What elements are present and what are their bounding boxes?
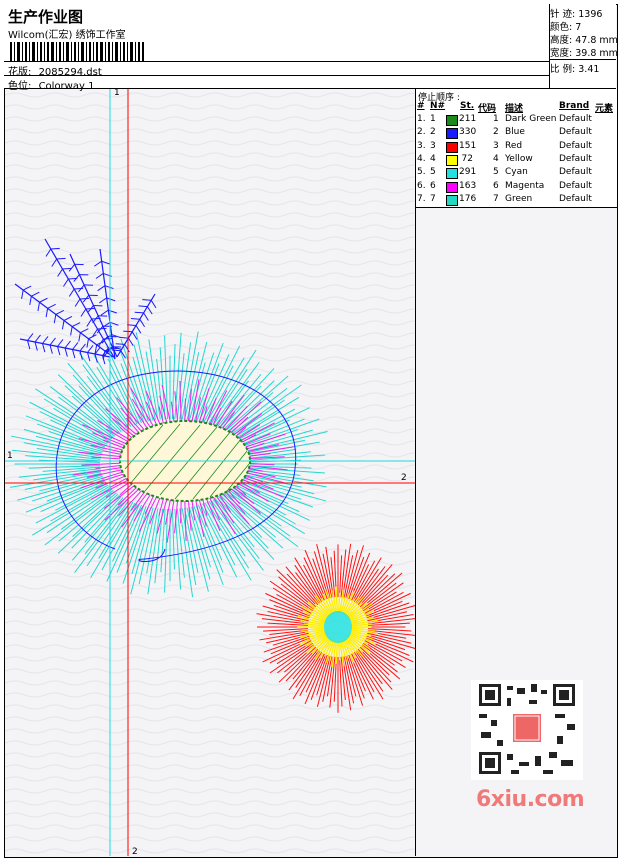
stop-row-desc: Dark Green [505, 114, 557, 124]
stop-row-desc: Cyan [505, 167, 528, 178]
stop-row-num: 7. [417, 193, 426, 204]
color-swatch [446, 168, 458, 180]
col-header: Brand [559, 101, 590, 111]
stop-row-desc: Red [505, 140, 523, 151]
stop-row-n: 7 [430, 193, 436, 204]
qr-code-icon [479, 684, 575, 774]
col-header: 代码 [478, 104, 497, 114]
stop-row-n: 4 [430, 153, 436, 164]
stop-row-code: 4 [493, 153, 499, 164]
stop-row-num: 2. [417, 127, 426, 138]
stop-row-brand: Default [559, 193, 592, 204]
watermark-text: 6xiu.com [476, 787, 585, 812]
stop-row-desc: Green [505, 193, 533, 204]
stop-row-code: 5 [493, 167, 499, 178]
qr-code-watermark [471, 680, 583, 780]
stat-width: 宽度: 39.8 mm [550, 48, 618, 59]
color-swatch [446, 141, 458, 153]
stop-row-brand: Default [559, 167, 592, 178]
guide-label-h2: 2 [401, 473, 407, 483]
sheet-header: 生产作业图 Wilcom(汇宏) 绣饰工作室 花版: 2085294.dst 色… [4, 4, 550, 92]
stop-row-stitches: 291 [459, 167, 477, 178]
stop-row-code: 3 [493, 140, 499, 151]
col-header: N# [430, 101, 446, 111]
stop-row-brand: Default [559, 140, 592, 151]
stop-row-n: 2 [430, 127, 436, 138]
stop-row-code: 1 [493, 114, 499, 124]
col-header: St. [460, 101, 475, 111]
stamp-seal [513, 714, 541, 742]
stop-row-num: 6. [417, 180, 426, 191]
stop-row-n: 5 [430, 167, 436, 178]
color-swatch [446, 181, 458, 193]
guide-label-v1: 1 [114, 89, 120, 98]
stop-row-stitches: 151 [459, 140, 477, 151]
stop-row-n: 1 [430, 114, 436, 124]
design-canvas[interactable]: 1 1 2 2 [5, 89, 415, 856]
sheet-title: 生产作业图 [8, 8, 84, 26]
stop-row-n: 6 [430, 180, 436, 191]
color-swatch [446, 154, 458, 166]
barcode-icon [10, 42, 144, 62]
col-header: 描述 [505, 104, 524, 114]
stop-row-code: 2 [493, 127, 499, 138]
color-swatch [446, 128, 458, 140]
stop-sequence-table: 停止顺序 : # N# St. 代码 描述 Brand 元素 1. 1 211 1 Da… [416, 89, 617, 208]
embroidery-preview [5, 89, 415, 856]
cyan-flower-core [324, 611, 352, 643]
stat-colors: 颜色: 7 [550, 22, 582, 33]
col-header: # [417, 101, 425, 111]
stop-row-brand: Default [559, 180, 592, 191]
stop-row-desc: Blue [505, 127, 525, 138]
stop-row-brand: Default [559, 153, 592, 164]
stat-height: 高度: 47.8 mm [550, 35, 618, 46]
stop-row-num: 3. [417, 140, 426, 151]
design-stats: 针 迹: 1396 颜色: 7 高度: 47.8 mm 宽度: 39.8 mm … [550, 4, 618, 89]
stop-row-stitches: 163 [459, 180, 477, 191]
stat-stitches: 针 迹: 1396 [550, 9, 603, 20]
stop-row-brand: Default [559, 114, 592, 124]
stop-row-code: 7 [493, 193, 499, 204]
stop-row-desc: Yellow [505, 153, 533, 164]
color-swatch [446, 194, 458, 206]
stop-row-stitches: 72 [461, 153, 473, 164]
stop-row-stitches: 211 [459, 114, 477, 124]
stop-row-code: 6 [493, 180, 499, 191]
stop-row-n: 3 [430, 140, 436, 151]
stop-row-stitches: 176 [459, 193, 477, 204]
stat-scale: 比 例: 3.41 [550, 64, 600, 75]
stop-row-desc: Magenta [505, 180, 545, 191]
stop-row-num: 1. [417, 114, 426, 124]
guide-label-h1: 1 [7, 451, 13, 461]
guide-label-v2: 2 [132, 847, 138, 856]
stop-row-stitches: 330 [459, 127, 477, 138]
color-swatch [446, 115, 458, 126]
stop-row-brand: Default [559, 127, 592, 138]
stop-row-num: 4. [417, 153, 426, 164]
company-name: Wilcom(汇宏) 绣饰工作室 [8, 30, 126, 41]
col-header: 元素 [595, 104, 614, 114]
stop-row-num: 5. [417, 167, 426, 178]
